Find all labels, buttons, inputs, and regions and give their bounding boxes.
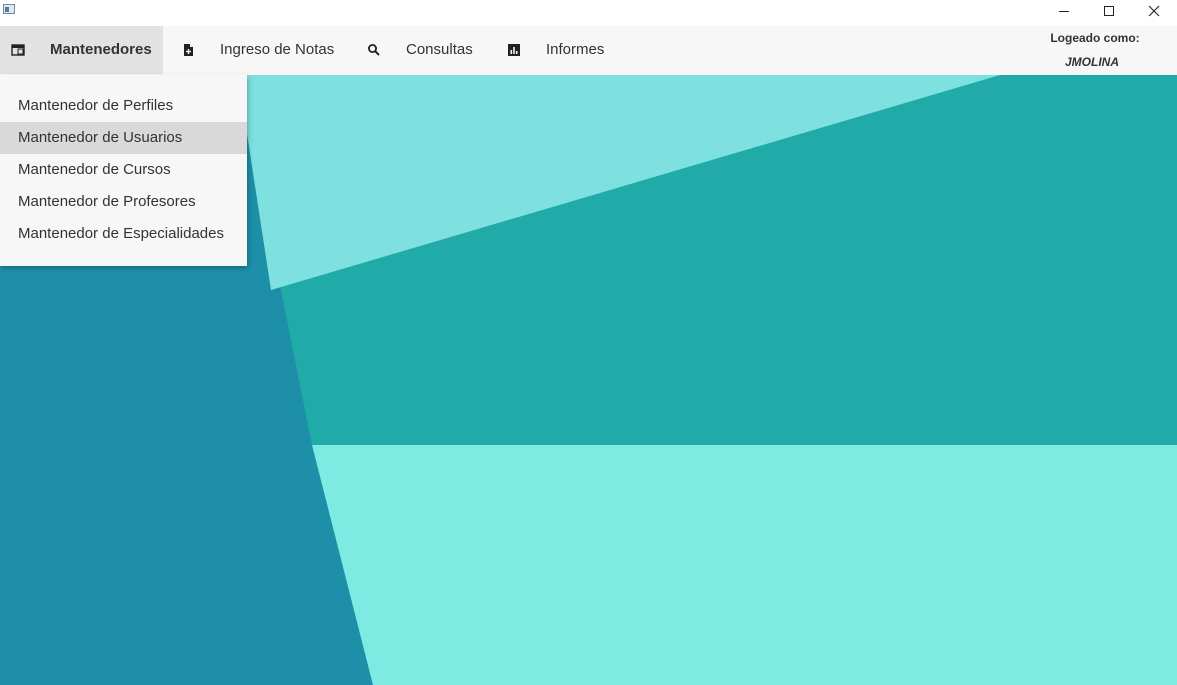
close-icon [1148, 5, 1160, 17]
login-info: Logeado como: JMOLINA [1030, 26, 1160, 74]
maximize-button[interactable] [1086, 0, 1132, 22]
menu-informes[interactable]: Informes [495, 26, 625, 74]
bar-chart-icon [508, 44, 520, 56]
menu-consultas[interactable]: Consultas [355, 26, 495, 74]
menu-mantenedores[interactable]: Mantenedores [0, 26, 163, 74]
mantenedores-dropdown: Mantenedor de Perfiles Mantenedor de Usu… [0, 75, 247, 266]
dropdown-item-cursos[interactable]: Mantenedor de Cursos [0, 154, 247, 186]
file-add-icon [184, 44, 193, 56]
menu-ingreso-de-notas[interactable]: Ingreso de Notas [163, 26, 355, 74]
dropdown-item-profesores[interactable]: Mantenedor de Profesores [0, 186, 247, 218]
login-username: JMOLINA [1065, 55, 1119, 69]
title-bar [0, 0, 1177, 26]
minimize-button[interactable] [1041, 0, 1087, 22]
menu-informes-label: Informes [546, 41, 605, 58]
minimize-icon [1059, 11, 1069, 12]
app-icon [3, 4, 15, 14]
search-icon [368, 44, 380, 56]
close-button[interactable] [1131, 0, 1177, 22]
menu-mantenedores-label: Mantenedores [50, 41, 152, 58]
menu-bar: Mantenedores Ingreso de Notas Consultas … [0, 26, 1177, 74]
maximize-icon [1104, 6, 1114, 16]
folder-window-icon [11, 44, 25, 56]
login-label: Logeado como: [1050, 31, 1140, 45]
menu-consultas-label: Consultas [406, 41, 473, 58]
background-mint-area [312, 445, 1177, 685]
dropdown-item-perfiles[interactable]: Mantenedor de Perfiles [0, 90, 247, 122]
dropdown-item-usuarios[interactable]: Mantenedor de Usuarios [0, 122, 247, 154]
menu-ingreso-de-notas-label: Ingreso de Notas [220, 41, 335, 58]
dropdown-item-especialidades[interactable]: Mantenedor de Especialidades [0, 218, 247, 250]
